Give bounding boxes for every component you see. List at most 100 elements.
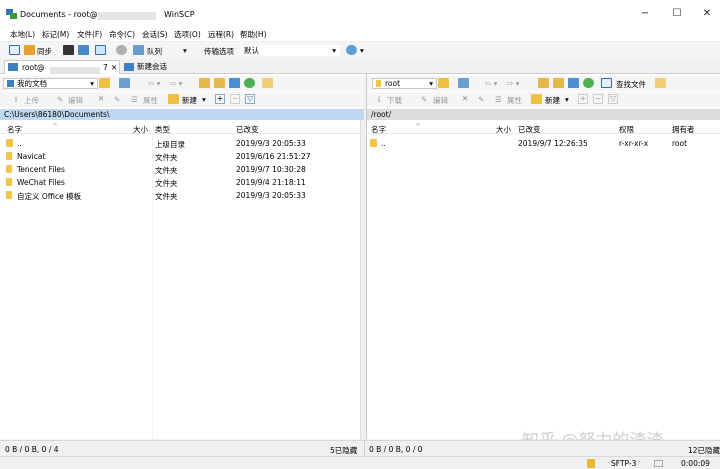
- list-item[interactable]: Navicat 文件夹 2019/6/16 21:51:27: [0, 150, 364, 162]
- col-rights[interactable]: 权限: [619, 124, 634, 135]
- upload-icon[interactable]: ⇧: [13, 95, 19, 104]
- close-button[interactable]: ✕: [692, 4, 720, 24]
- synchronize-browse-icon[interactable]: [24, 45, 35, 55]
- maximize-button[interactable]: ☐: [662, 4, 692, 24]
- open-folder-icon[interactable]: [99, 78, 110, 88]
- root-dir-icon[interactable]: [553, 78, 564, 88]
- tree-toggle-icon[interactable]: [262, 78, 273, 88]
- list-item[interactable]: WeChat Files 文件夹 2019/9/4 21:18:11: [0, 176, 364, 188]
- home-icon[interactable]: [568, 78, 579, 88]
- open-folder-icon[interactable]: [438, 78, 449, 88]
- list-item[interactable]: .. 2019/9/7 12:26:35 r-xr-xr-x root: [367, 137, 720, 149]
- menu-mark[interactable]: 标记(M): [42, 29, 69, 40]
- properties-icon[interactable]: ☰: [495, 95, 502, 104]
- preferences-icon[interactable]: [95, 45, 106, 55]
- queue-dropdown-icon[interactable]: ▾: [183, 46, 187, 55]
- col-name[interactable]: 名字: [371, 124, 386, 135]
- gear-icon[interactable]: [116, 45, 127, 55]
- col-size[interactable]: 大小: [133, 124, 148, 135]
- remote-location-select[interactable]: root ▾: [372, 78, 437, 89]
- col-name[interactable]: 名字: [7, 124, 22, 135]
- col-changed[interactable]: 已改变: [236, 124, 259, 135]
- queue-label[interactable]: 队列: [147, 46, 162, 57]
- new-dropdown-icon[interactable]: ▾: [202, 95, 206, 104]
- list-item[interactable]: 自定义 Office 模板 文件夹 2019/9/3 20:05:33: [0, 189, 364, 201]
- tab-session-root[interactable]: root@ 7 ✕: [4, 60, 120, 75]
- forward-icon[interactable]: ⇨ ▾: [507, 79, 519, 88]
- select-all-icon[interactable]: +: [578, 94, 588, 104]
- home-icon[interactable]: [229, 78, 240, 88]
- filter-icon[interactable]: [458, 78, 469, 88]
- putty-icon[interactable]: [78, 45, 89, 55]
- filter-icon[interactable]: [119, 78, 130, 88]
- menu-remote[interactable]: 远程(R): [208, 29, 234, 40]
- global-options-icon[interactable]: [346, 45, 357, 55]
- root-dir-icon[interactable]: [214, 78, 225, 88]
- console-icon[interactable]: [63, 45, 74, 55]
- options-dropdown-icon[interactable]: ▾: [360, 46, 364, 55]
- new-button[interactable]: 新建: [545, 95, 560, 106]
- delete-icon[interactable]: ✕: [98, 94, 104, 103]
- properties-button[interactable]: 属性: [507, 95, 522, 106]
- refresh-icon[interactable]: [244, 78, 255, 88]
- col-owner[interactable]: 拥有者: [672, 124, 695, 135]
- delete-icon[interactable]: ✕: [462, 94, 468, 103]
- list-item[interactable]: Tencent Files 文件夹 2019/9/7 10:30:28: [0, 163, 364, 175]
- parent-dir-icon[interactable]: [538, 78, 549, 88]
- list-item[interactable]: .. 上级目录 2019/9/3 20:05:33: [0, 137, 364, 149]
- select-all-icon[interactable]: +: [215, 94, 225, 104]
- filter-select-icon[interactable]: ▽: [608, 94, 618, 104]
- new-folder-icon[interactable]: [168, 94, 179, 104]
- local-hidden-count[interactable]: 5已隐藏: [330, 445, 357, 456]
- menu-session[interactable]: 会话(S): [142, 29, 168, 40]
- col-type[interactable]: 类型: [155, 124, 170, 135]
- menu-commands[interactable]: 命令(C): [109, 29, 135, 40]
- find-files-button[interactable]: 查找文件: [616, 79, 646, 90]
- parent-dir-icon[interactable]: [199, 78, 210, 88]
- sync-label[interactable]: 同步: [37, 46, 52, 57]
- menu-options[interactable]: 选项(O): [174, 29, 201, 40]
- transfer-settings-select[interactable]: 默认 ▾: [240, 45, 340, 56]
- rename-icon[interactable]: ✎: [114, 95, 120, 104]
- local-location-select[interactable]: 我的文档 ▾: [3, 78, 98, 89]
- folder-icon: [6, 165, 12, 173]
- upload-button[interactable]: 上传: [24, 95, 39, 106]
- download-icon[interactable]: ⇩: [376, 95, 382, 104]
- file-type: 文件夹: [155, 153, 178, 162]
- new-button[interactable]: 新建: [182, 95, 197, 106]
- col-changed[interactable]: 已改变: [518, 124, 541, 135]
- remote-hidden-count[interactable]: 12已隐藏: [688, 445, 720, 456]
- new-dropdown-icon[interactable]: ▾: [565, 95, 569, 104]
- local-path-bar[interactable]: C:\Users\86180\Documents\: [0, 109, 364, 120]
- minimize-button[interactable]: −: [630, 4, 660, 24]
- properties-icon[interactable]: ☰: [131, 95, 138, 104]
- find-files-icon[interactable]: [601, 78, 612, 88]
- back-icon[interactable]: ⇦ ▾: [148, 79, 160, 88]
- remote-path-bar[interactable]: /root/: [367, 109, 720, 120]
- close-tab-icon[interactable]: ✕: [111, 61, 117, 74]
- edit-icon[interactable]: ✎: [57, 95, 63, 104]
- tab-new-session[interactable]: 新建会话: [124, 60, 184, 74]
- compare-icon[interactable]: [9, 45, 20, 55]
- download-button[interactable]: 下载: [387, 95, 402, 106]
- col-size[interactable]: 大小: [496, 124, 511, 135]
- edit-button[interactable]: 编辑: [68, 95, 83, 106]
- menu-file[interactable]: 文件(F): [77, 29, 102, 40]
- forward-icon[interactable]: ⇨ ▾: [170, 79, 182, 88]
- filter-select-icon[interactable]: ▽: [245, 94, 255, 104]
- menu-help[interactable]: 帮助(H): [240, 29, 267, 40]
- file-name: ..: [381, 139, 386, 148]
- remote-column-header: 名字 ^ 大小 已改变 权限 拥有者: [367, 122, 720, 135]
- tree-toggle-icon[interactable]: [655, 78, 666, 88]
- properties-button[interactable]: 属性: [143, 95, 158, 106]
- back-icon[interactable]: ⇦ ▾: [485, 79, 497, 88]
- edit-button[interactable]: 编辑: [433, 95, 448, 106]
- menu-local[interactable]: 本地(L): [10, 29, 35, 40]
- deselect-icon[interactable]: −: [230, 94, 240, 104]
- deselect-icon[interactable]: −: [593, 94, 603, 104]
- refresh-icon[interactable]: [583, 78, 594, 88]
- new-folder-icon[interactable]: [531, 94, 542, 104]
- edit-icon[interactable]: ✎: [421, 95, 427, 104]
- rename-icon[interactable]: ✎: [478, 95, 484, 104]
- queue-icon[interactable]: [133, 45, 144, 55]
